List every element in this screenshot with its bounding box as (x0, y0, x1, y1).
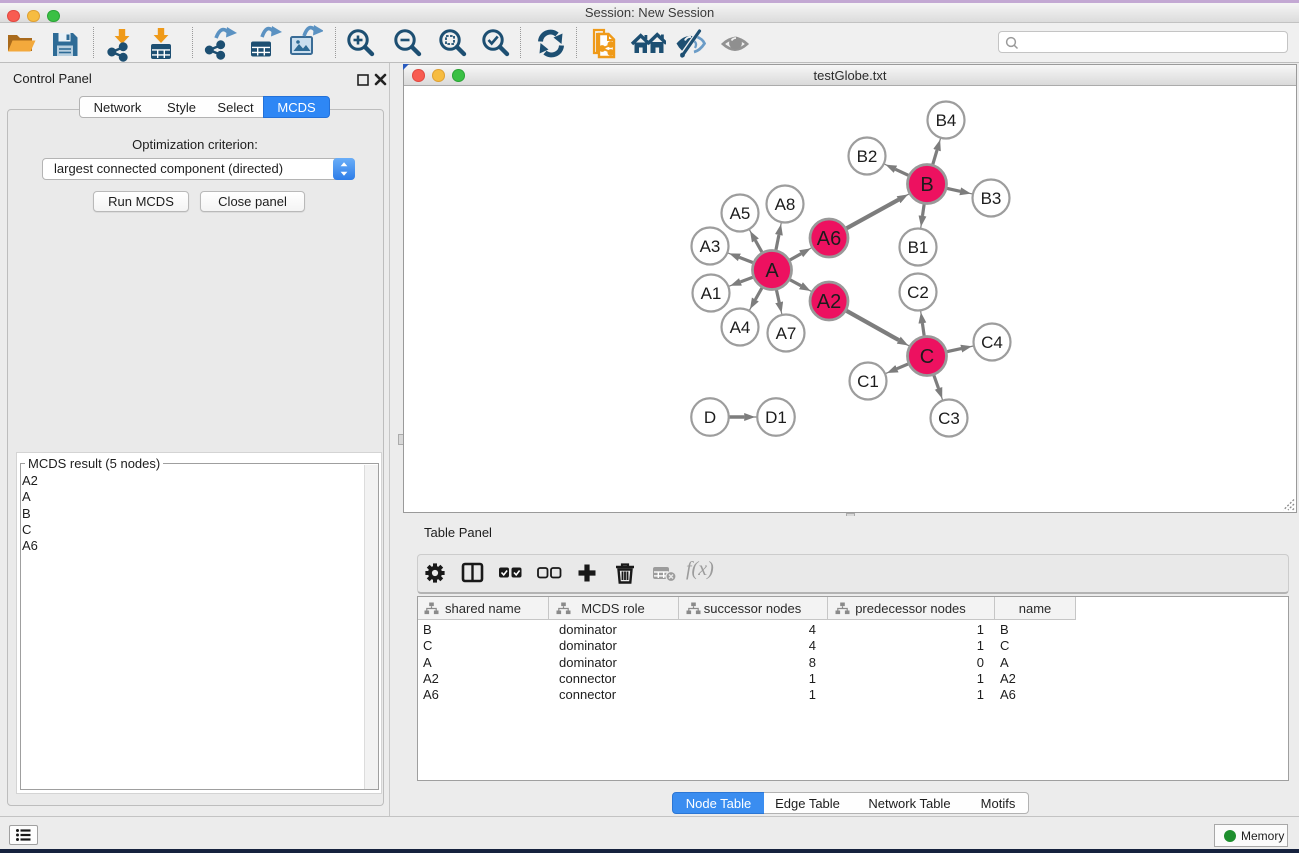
svg-text:B3: B3 (981, 189, 1002, 208)
svg-text:D1: D1 (765, 408, 787, 427)
svg-text:B: B (920, 174, 933, 196)
svg-text:A2: A2 (817, 291, 841, 313)
svg-text:A4: A4 (730, 318, 751, 337)
svg-text:B1: B1 (908, 238, 929, 257)
svg-text:A1: A1 (701, 284, 722, 303)
svg-text:B2: B2 (857, 147, 878, 166)
svg-text:C4: C4 (981, 333, 1003, 352)
svg-text:C: C (920, 346, 934, 368)
svg-text:A6: A6 (817, 228, 841, 250)
svg-text:A7: A7 (776, 324, 797, 343)
svg-text:B4: B4 (936, 111, 957, 130)
svg-text:C1: C1 (857, 372, 879, 391)
svg-text:A: A (765, 260, 779, 282)
svg-text:A3: A3 (700, 237, 721, 256)
svg-text:C2: C2 (907, 283, 929, 302)
svg-text:A5: A5 (730, 204, 751, 223)
svg-text:A8: A8 (775, 195, 796, 214)
svg-text:C3: C3 (938, 409, 960, 428)
svg-text:D: D (704, 408, 716, 427)
